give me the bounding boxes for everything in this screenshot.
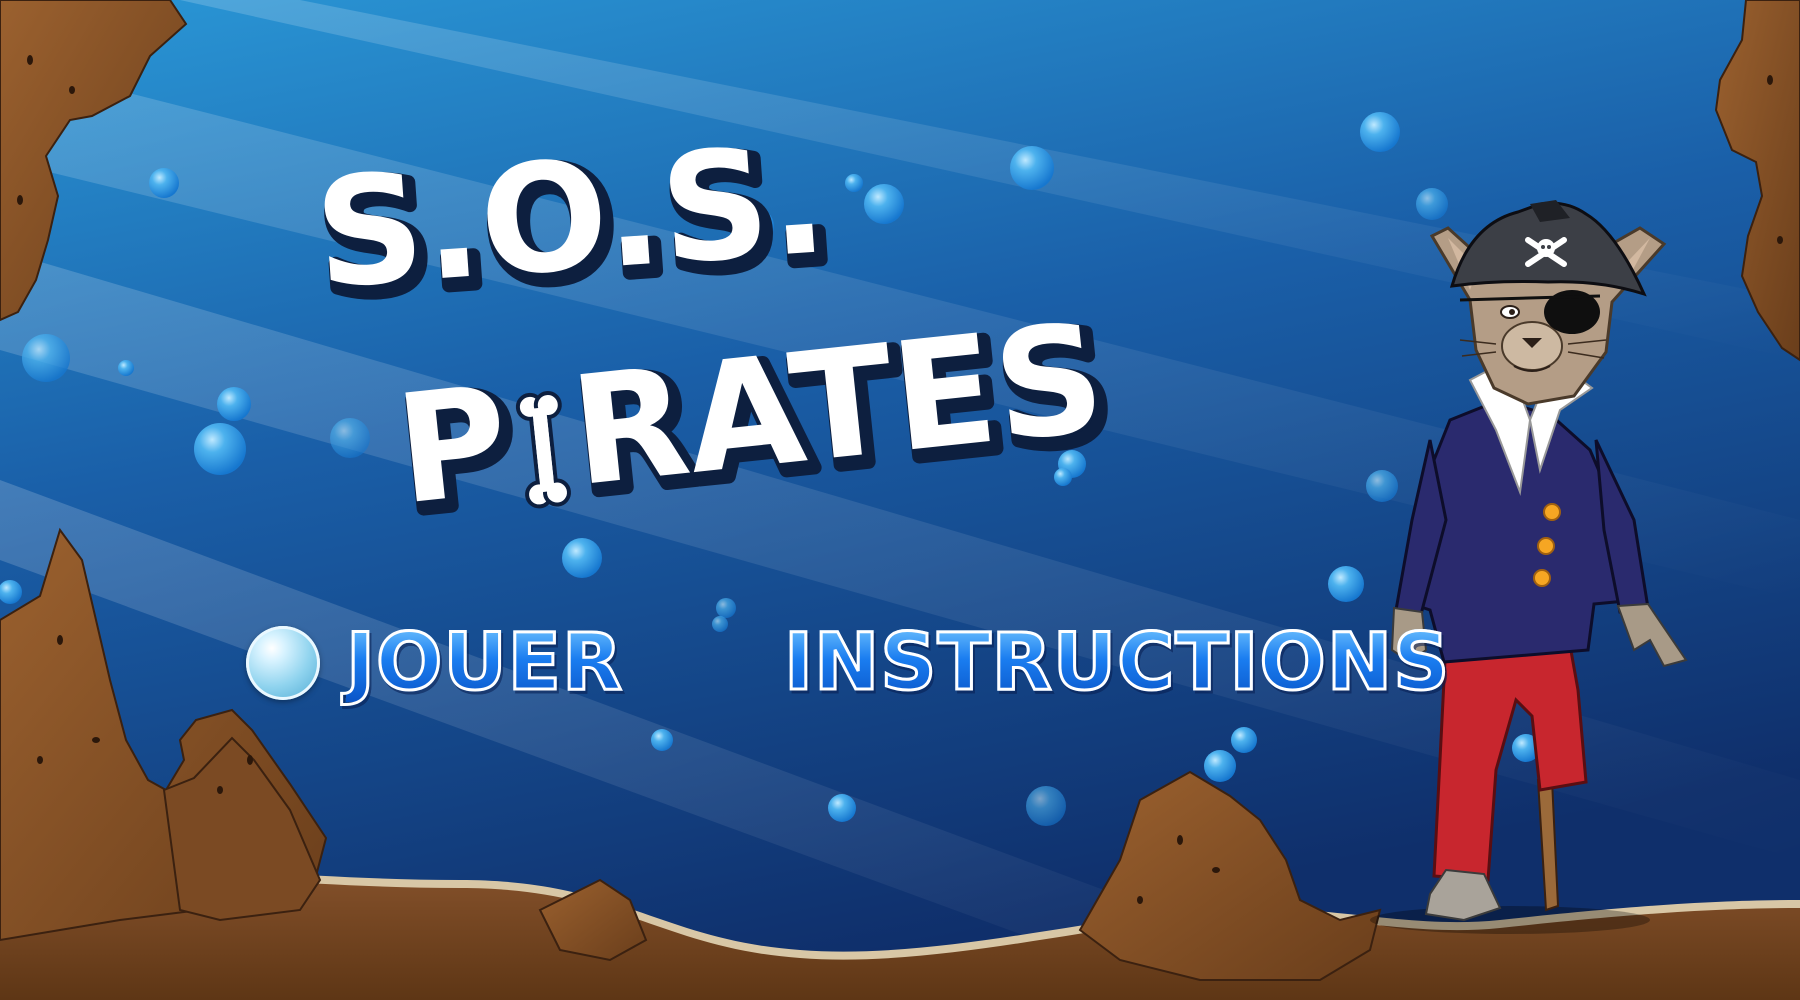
menu-instructions-button[interactable]: INSTRUCTIONS xyxy=(782,608,1451,718)
menu-play-button[interactable]: JOUER xyxy=(246,608,624,718)
bubble-icon xyxy=(712,616,728,632)
bubble-icon xyxy=(1328,566,1364,602)
bubble-icon xyxy=(149,168,179,198)
bubble-icon xyxy=(716,598,736,618)
underwater-background: S.O.S. S.O.S. P P RATES RATES xyxy=(0,0,1800,1000)
title-line1: S.O.S. xyxy=(310,113,832,322)
bubble-icon xyxy=(1366,470,1398,502)
coat-button xyxy=(1543,503,1561,521)
bubble-icon xyxy=(1204,750,1236,782)
menu-instructions-label: INSTRUCTIONS xyxy=(782,618,1451,708)
bubble-icon xyxy=(217,387,251,421)
selection-bubble-icon xyxy=(246,626,320,700)
coat-button xyxy=(1533,569,1551,587)
menu-play-label: JOUER xyxy=(344,618,624,708)
bubble-icon xyxy=(330,418,370,458)
bubble-icon xyxy=(864,184,904,224)
title-line2-prefix: P xyxy=(389,354,517,539)
game-screen: S.O.S. S.O.S. P P RATES RATES JOUER INST… xyxy=(0,0,1800,1000)
bubble-icon xyxy=(22,334,70,382)
bubble-icon xyxy=(845,174,863,192)
bubble-icon xyxy=(828,794,856,822)
bubble-icon xyxy=(651,729,673,751)
bubble-icon xyxy=(194,423,246,475)
bubble-icon xyxy=(1360,112,1400,152)
bubble-icon xyxy=(1231,727,1257,753)
coat-button xyxy=(1537,537,1555,555)
bubble-icon xyxy=(1416,188,1448,220)
bubble-icon xyxy=(562,538,602,578)
bubble-icon xyxy=(118,360,134,376)
bubble-icon xyxy=(1026,786,1066,826)
bubble-icon xyxy=(1010,146,1054,190)
